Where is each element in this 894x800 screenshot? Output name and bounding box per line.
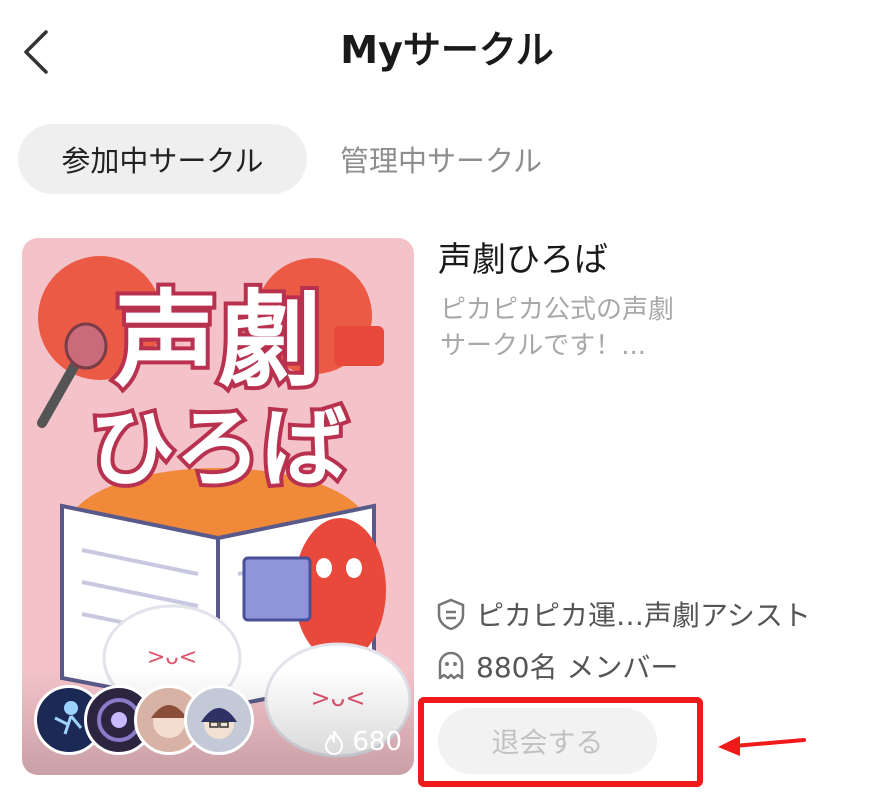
circle-name[interactable]: 声劇ひろば bbox=[438, 236, 608, 284]
annotation-highlight-box bbox=[418, 697, 703, 787]
badge-icon bbox=[437, 598, 465, 630]
circle-heat-count: 680 bbox=[322, 727, 402, 757]
circle-owner-text: ピカピカ運…声劇アシスト bbox=[476, 599, 811, 632]
member-face-icon bbox=[438, 651, 464, 680]
avatar bbox=[184, 685, 254, 755]
flame-icon bbox=[325, 730, 344, 755]
heat-value: 680 bbox=[352, 727, 402, 757]
circle-description: ピカピカ公式の声劇 サークルです！... bbox=[440, 292, 750, 364]
member-avatars bbox=[34, 685, 254, 755]
circle-description-line1: ピカピカ公式の声劇 bbox=[440, 295, 675, 325]
tab-joined-circles[interactable]: 参加中サークル bbox=[18, 124, 307, 194]
tab-managed-circles[interactable]: 管理中サークル bbox=[340, 124, 542, 194]
page-title: Myサークル bbox=[340, 28, 554, 72]
circle-cover-image[interactable]: 声劇 ひろば >ᴗ< >ᴗ< bbox=[22, 238, 414, 775]
circle-description-line2: サークルです！... bbox=[440, 331, 647, 361]
cover-title-line2: ひろば bbox=[89, 399, 347, 499]
cover-title-line1: 声劇 bbox=[114, 279, 322, 401]
circle-owner: ピカピカ運…声劇アシスト bbox=[436, 594, 811, 634]
svg-text:>ᴗ<: >ᴗ< bbox=[147, 645, 197, 670]
circle-members-text: 880名 メンバー bbox=[476, 651, 679, 684]
annotation-arrow-icon bbox=[718, 736, 806, 756]
circle-members: 880名 メンバー bbox=[436, 646, 678, 686]
